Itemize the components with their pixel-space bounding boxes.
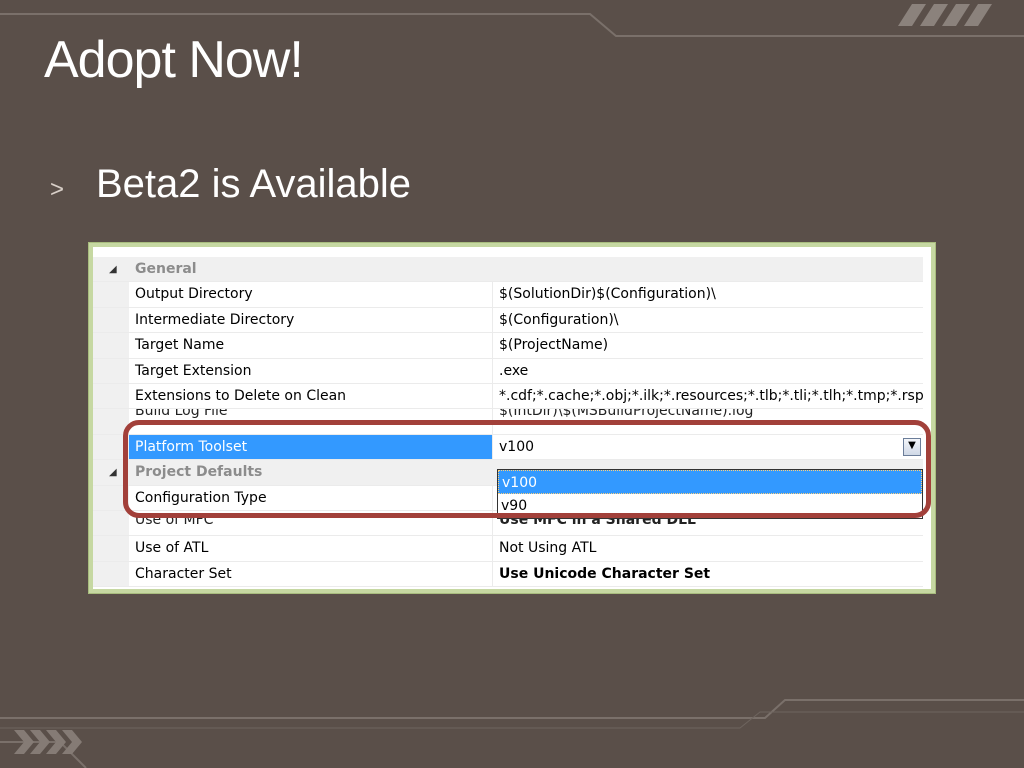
property-row-extensions-to-delete[interactable]: Extensions to Delete on Clean *.cdf;*.ca… — [93, 383, 923, 410]
screenshot-frame: ◢ General Output Directory $(SolutionDir… — [88, 242, 936, 594]
triangle-expanded-icon[interactable]: ◢ — [109, 257, 117, 282]
property-name: Extensions to Delete on Clean — [129, 383, 493, 409]
property-name: Target Extension — [129, 358, 493, 383]
property-value[interactable]: Not Using ATL — [493, 536, 923, 560]
bullet-text: Beta2 is Available — [96, 162, 412, 206]
property-row-target-extension[interactable]: Target Extension .exe — [93, 358, 923, 384]
slide-title: Adopt Now! — [44, 31, 304, 89]
property-grid: ◢ General Output Directory $(SolutionDir… — [93, 247, 931, 589]
property-row-use-of-atl[interactable]: Use of ATL Not Using ATL — [93, 536, 923, 562]
property-name: Use of ATL — [129, 536, 493, 561]
triangle-expanded-icon[interactable]: ◢ — [109, 460, 117, 485]
highlight-outline — [123, 420, 931, 518]
property-row-output-directory[interactable]: Output Directory $(SolutionDir)$(Configu… — [93, 282, 923, 308]
property-row-character-set[interactable]: Character Set Use Unicode Character Set — [93, 561, 923, 588]
property-name: Character Set — [129, 561, 493, 587]
property-value[interactable]: $(Configuration)\ — [493, 308, 923, 332]
property-row-intermediate-directory[interactable]: Intermediate Directory $(Configuration)\ — [93, 307, 923, 334]
property-value[interactable]: $(SolutionDir)$(Configuration)\ — [493, 282, 923, 306]
property-value[interactable]: *.cdf;*.cache;*.obj;*.ilk;*.resources;*.… — [493, 384, 923, 408]
property-value[interactable]: $(ProjectName) — [493, 333, 923, 357]
property-name: Intermediate Directory — [129, 307, 493, 333]
category-general[interactable]: ◢ General — [93, 257, 923, 283]
bullet-marker: > — [50, 176, 65, 203]
property-name: Target Name — [129, 333, 493, 358]
property-row-target-name[interactable]: Target Name $(ProjectName) — [93, 333, 923, 359]
property-value[interactable]: .exe — [493, 359, 923, 383]
category-label: General — [129, 257, 493, 282]
property-value[interactable]: Use Unicode Character Set — [493, 562, 923, 586]
property-name: Output Directory — [129, 282, 493, 307]
